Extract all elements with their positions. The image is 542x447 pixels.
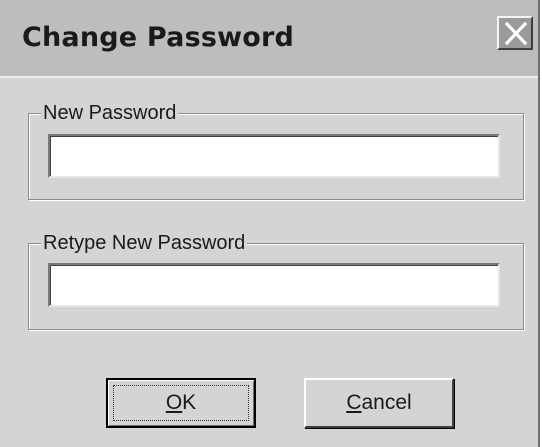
ok-button-label: OK	[166, 391, 196, 415]
title-bar[interactable]: Change Password	[0, 0, 538, 76]
new-password-field[interactable]	[48, 134, 500, 178]
cancel-label-rest: ancel	[361, 391, 412, 414]
ok-button[interactable]: OK	[106, 378, 256, 428]
close-x-icon	[504, 21, 528, 46]
cancel-mnemonic: C	[346, 391, 362, 414]
retype-password-label: Retype New Password	[41, 232, 248, 255]
retype-password-field[interactable]	[48, 263, 500, 307]
close-button[interactable]	[497, 16, 533, 50]
cancel-button-label: Cancel	[346, 391, 411, 415]
change-password-dialog: Change Password New Password Retype New …	[0, 0, 540, 447]
dialog-title: Change Password	[22, 22, 295, 53]
ok-label-rest: K	[182, 391, 197, 414]
title-separator	[0, 76, 538, 78]
cancel-button[interactable]: Cancel	[304, 378, 454, 428]
new-password-label: New Password	[41, 102, 179, 125]
ok-mnemonic: O	[165, 391, 183, 414]
